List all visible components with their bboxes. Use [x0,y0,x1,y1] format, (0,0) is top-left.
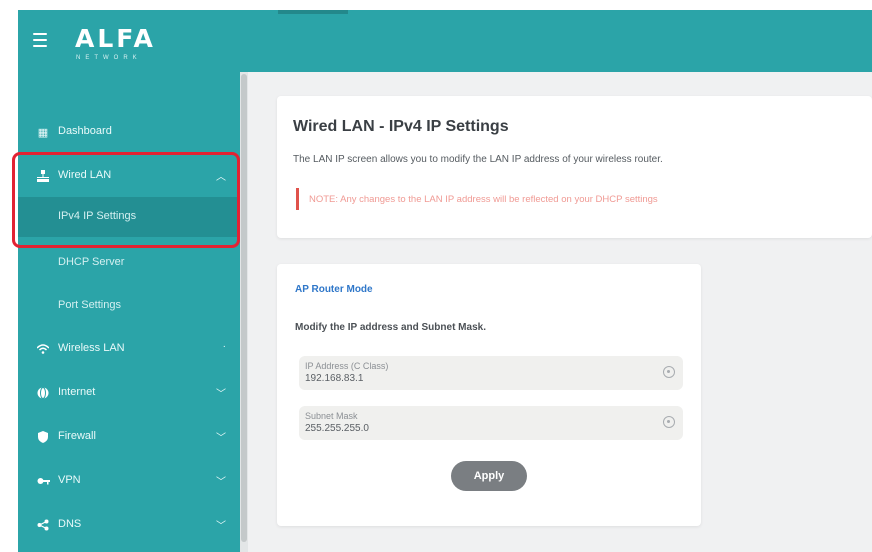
note-text: NOTE: Any changes to the LAN IP address … [309,194,658,205]
ip-settings-card: AP Router Mode Modify the IP address and… [277,264,701,526]
clear-icon[interactable] [663,366,675,378]
brand-logo: ALFA [75,24,156,53]
chevron-down-icon: ﹀ [216,477,226,488]
ip-address-value[interactable]: 192.168.83.1 [305,373,363,384]
sidebar-item-label: VPN [58,474,81,486]
scrollbar-thumb[interactable] [241,74,247,542]
sidebar-item-vpn[interactable]: VPN ﹀ [18,461,240,501]
sidebar-item-wireless-lan[interactable]: Wireless LAN · [18,329,240,369]
top-header: ALFA NETWORK [0,10,872,72]
ip-address-field[interactable]: IP Address (C Class) 192.168.83.1 [299,356,683,390]
sidebar-item-label: Port Settings [58,299,121,311]
chevron-down-icon: · [222,341,226,352]
subnet-mask-field[interactable]: Subnet Mask 255.255.255.0 [299,406,683,440]
sidebar-item-dns[interactable]: DNS ﹀ [18,505,240,545]
brand-tagline: NETWORK [76,55,142,61]
note-accent-bar [296,188,299,210]
sidebar-item-dashboard[interactable]: ▦ Dashboard [18,112,240,152]
page-title: Wired LAN - IPv4 IP Settings [293,118,509,135]
ip-address-label: IP Address (C Class) [305,361,389,371]
subnet-mask-label: Subnet Mask [305,411,358,421]
sidebar-item-firewall[interactable]: Firewall ﹀ [18,417,240,457]
subnet-mask-value[interactable]: 255.255.255.0 [305,423,369,434]
page-description: The LAN IP screen allows you to modify t… [293,154,663,165]
key-icon [36,474,50,488]
highlight-annotation [12,152,240,248]
sidebar-item-label: Internet [58,386,96,398]
mode-label: AP Router Mode [295,284,373,295]
form-hint: Modify the IP address and Subnet Mask. [295,322,486,333]
sidebar-scrollbar[interactable] [240,72,248,552]
chevron-down-icon: ﹀ [216,389,226,400]
sidebar-item-dhcp-server[interactable]: DHCP Server [18,243,240,283]
wifi-icon [36,342,50,356]
dashboard-icon: ▦ [37,126,49,139]
left-edge [0,10,18,552]
globe-icon [36,386,50,400]
sidebar-item-label: DHCP Server [58,256,125,268]
sidebar-item-label: Dashboard [58,125,112,137]
chevron-down-icon: ﹀ [216,521,226,532]
sidebar-item-label: Wireless LAN [58,342,125,354]
sidebar-item-label: Firewall [58,430,96,442]
sidebar-item-port-settings[interactable]: Port Settings [18,286,240,326]
shield-icon [36,430,50,444]
clear-icon[interactable] [663,416,675,428]
apply-button[interactable]: Apply [451,461,527,491]
share-icon [36,518,50,532]
chevron-down-icon: ﹀ [216,433,226,444]
sidebar-item-label: DNS [58,518,82,530]
menu-icon[interactable] [33,33,47,51]
header-tab-indicator [278,10,348,14]
page-header-card: Wired LAN - IPv4 IP Settings The LAN IP … [277,96,872,238]
sidebar-item-internet[interactable]: Internet ﹀ [18,373,240,413]
